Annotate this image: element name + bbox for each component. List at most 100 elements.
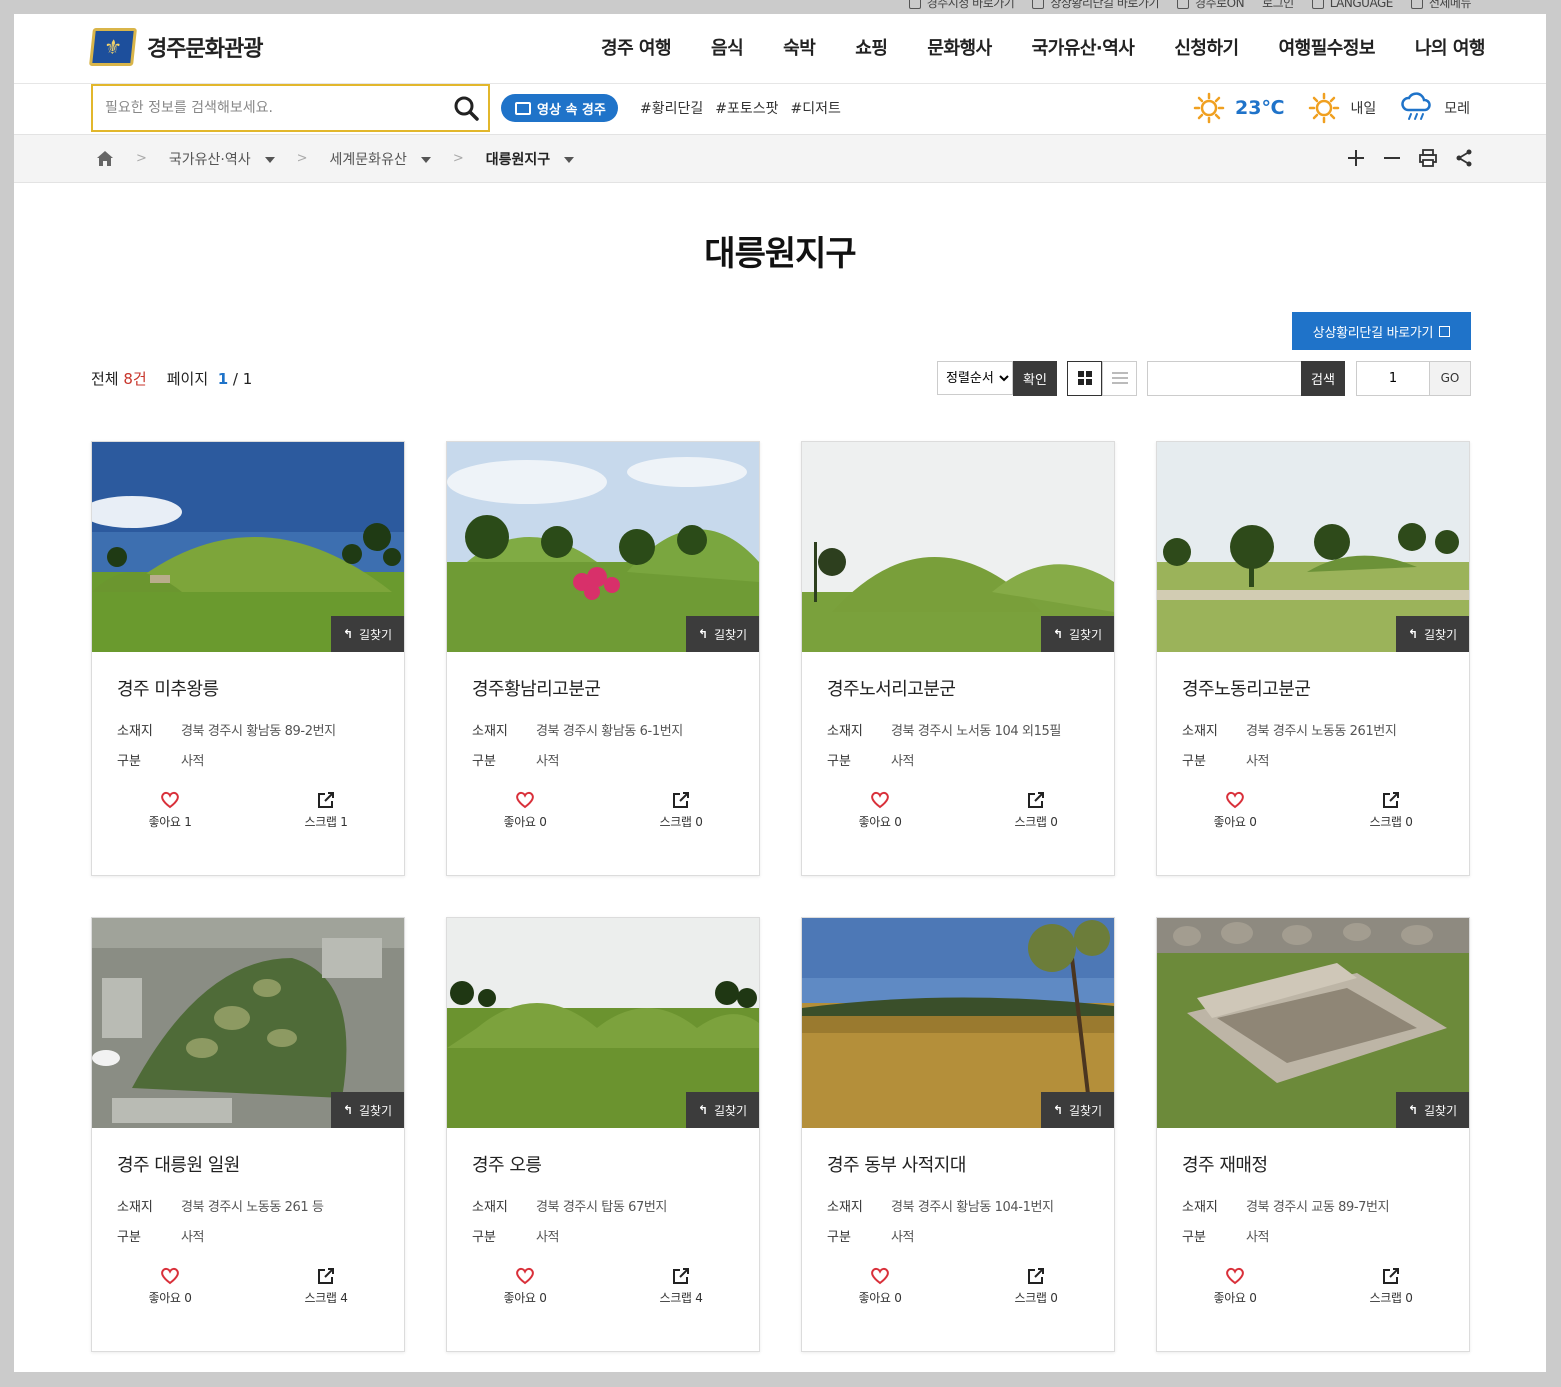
like-button[interactable]: 좋아요 0 <box>1157 791 1313 830</box>
globe-icon <box>1311 0 1324 9</box>
page-number-input[interactable] <box>1356 360 1430 396</box>
zoom-out-button[interactable] <box>1382 147 1402 169</box>
hashtag-link[interactable]: #디저트 <box>791 98 841 118</box>
tomorrow-label: 내일 <box>1350 101 1377 117</box>
like-button[interactable]: 좋아요 0 <box>1157 1267 1313 1306</box>
hashtag-link[interactable]: #포토스팟 <box>715 98 778 118</box>
sort-select[interactable]: 정렬순서 <box>937 361 1013 395</box>
card-title[interactable]: 경주 대릉원 일원 <box>117 1151 240 1177</box>
card-actions: 좋아요 0 스크랩 0 <box>1157 1267 1469 1306</box>
nav-item[interactable]: 숙박 <box>783 34 816 60</box>
scrap-button[interactable]: 스크랩 4 <box>248 1267 404 1306</box>
utility-link[interactable]: 상상황리단길 바로가기 <box>1032 0 1160 11</box>
breadcrumb-level-3[interactable]: 대릉원지구 <box>486 149 575 169</box>
like-button[interactable]: 좋아요 1 <box>92 791 248 830</box>
grid-view-button[interactable] <box>1067 360 1102 396</box>
utility-link[interactable]: 경주시청 바로가기 <box>908 0 1015 11</box>
like-count: 좋아요 0 <box>148 1291 192 1305</box>
share-button[interactable] <box>1454 147 1474 169</box>
like-button[interactable]: 좋아요 0 <box>802 1267 958 1306</box>
directions-button[interactable]: ↰ 길찾기 <box>1396 1092 1469 1128</box>
like-button[interactable]: 좋아요 0 <box>92 1267 248 1306</box>
site-logo[interactable]: ⚜ 경주문화관광 <box>89 28 263 66</box>
card-thumbnail[interactable]: ↰ 길찾기 <box>447 442 759 652</box>
keyword-search-button[interactable]: 검색 <box>1301 360 1345 396</box>
total-label: 전체 <box>91 370 119 388</box>
nav-item[interactable]: 국가유산·역사 <box>1032 34 1135 60</box>
heritage-card[interactable]: ↰ 길찾기 경주 동부 사적지대 소재지 경북 경주시 황남동 104-1번지 구분 사적 좋… <box>801 917 1115 1352</box>
utility-link-label: 로그인 <box>1262 0 1294 10</box>
search-input[interactable] <box>93 86 444 130</box>
directions-button[interactable]: ↰ 길찾기 <box>331 616 404 652</box>
card-thumbnail[interactable]: ↰ 길찾기 <box>92 442 404 652</box>
utility-link[interactable]: 로그인 <box>1262 0 1294 11</box>
heritage-card[interactable]: ↰ 길찾기 경주노서리고분군 소재지 경북 경주시 노서동 104 외15필 구분 사적 좋아… <box>801 441 1115 876</box>
zoom-in-button[interactable] <box>1346 147 1366 169</box>
utility-link[interactable]: 경주로ON <box>1177 0 1245 11</box>
card-title[interactable]: 경주노서리고분군 <box>827 675 956 701</box>
card-title[interactable]: 경주황남리고분군 <box>472 675 601 701</box>
heritage-card[interactable]: ↰ 길찾기 경주노동리고분군 소재지 경북 경주시 노동동 261번지 구분 사적 좋아요 0… <box>1156 441 1470 876</box>
location-row: 소재지 경북 경주시 노동동 261번지 <box>1182 717 1397 747</box>
heritage-card[interactable]: ↰ 길찾기 경주 미추왕릉 소재지 경북 경주시 황남동 89-2번지 구분 사적 좋아요 1… <box>91 441 405 876</box>
heritage-card[interactable]: ↰ 길찾기 경주황남리고분군 소재지 경북 경주시 황남동 6-1번지 구분 사적 좋아요 0… <box>446 441 760 876</box>
category-label: 구분 <box>472 754 496 769</box>
sort-confirm-button[interactable]: 확인 <box>1013 360 1057 396</box>
category-row: 구분 사적 <box>827 747 1061 777</box>
card-title[interactable]: 경주 재매정 <box>1182 1151 1268 1177</box>
directions-button[interactable]: ↰ 길찾기 <box>331 1092 404 1128</box>
directions-button[interactable]: ↰ 길찾기 <box>686 1092 759 1128</box>
utility-link[interactable]: LANGUAGE <box>1311 0 1393 11</box>
card-thumbnail[interactable]: ↰ 길찾기 <box>802 918 1114 1128</box>
scrap-button[interactable]: 스크랩 0 <box>603 791 759 830</box>
heritage-card[interactable]: ↰ 길찾기 경주 오릉 소재지 경북 경주시 탑동 67번지 구분 사적 좋아요 0 스크랩 4 <box>446 917 760 1352</box>
weather-today: 23℃ <box>1193 92 1284 124</box>
directions-button[interactable]: ↰ 길찾기 <box>1041 616 1114 652</box>
directions-button[interactable]: ↰ 길찾기 <box>1396 616 1469 652</box>
nav-item[interactable]: 여행필수정보 <box>1279 34 1376 60</box>
external-link-button[interactable]: 상상황리단길 바로가기 <box>1292 312 1471 350</box>
utility-link[interactable]: 전체메뉴 <box>1410 0 1472 11</box>
card-title[interactable]: 경주 오릉 <box>472 1151 542 1177</box>
print-button[interactable] <box>1418 147 1438 169</box>
like-button[interactable]: 좋아요 0 <box>447 1267 603 1306</box>
hashtag-link[interactable]: #황리단길 <box>640 98 703 118</box>
nav-item[interactable]: 쇼핑 <box>855 34 888 60</box>
card-thumbnail[interactable]: ↰ 길찾기 <box>447 918 759 1128</box>
category-value: 사적 <box>891 1230 915 1245</box>
turn-arrow-icon: ↰ <box>342 1103 353 1117</box>
scrap-button[interactable]: 스크랩 0 <box>1313 791 1469 830</box>
nav-item[interactable]: 나의 여행 <box>1415 34 1486 60</box>
go-button[interactable]: GO <box>1430 360 1471 396</box>
nav-item[interactable]: 음식 <box>711 34 744 60</box>
breadcrumb-level-1[interactable]: 국가유산·역사 <box>169 149 275 169</box>
card-thumbnail[interactable]: ↰ 길찾기 <box>92 918 404 1128</box>
like-button[interactable]: 좋아요 0 <box>802 791 958 830</box>
breadcrumb-level-2[interactable]: 세계문화유산 <box>330 149 431 169</box>
card-thumbnail[interactable]: ↰ 길찾기 <box>1157 442 1469 652</box>
scrap-button[interactable]: 스크랩 1 <box>248 791 404 830</box>
directions-button[interactable]: ↰ 길찾기 <box>1041 1092 1114 1128</box>
heritage-card[interactable]: ↰ 길찾기 경주 재매정 소재지 경북 경주시 교동 89-7번지 구분 사적 좋아요 0 스크… <box>1156 917 1470 1352</box>
scrap-button[interactable]: 스크랩 0 <box>1313 1267 1469 1306</box>
scrap-button[interactable]: 스크랩 0 <box>958 791 1114 830</box>
home-icon[interactable] <box>96 150 114 167</box>
external-share-icon <box>1383 1268 1399 1284</box>
list-view-button[interactable] <box>1102 360 1137 396</box>
video-tag-button[interactable]: 영상 속 경주 <box>501 94 618 122</box>
scrap-button[interactable]: 스크랩 0 <box>958 1267 1114 1306</box>
search-button[interactable] <box>444 86 488 130</box>
like-button[interactable]: 좋아요 0 <box>447 791 603 830</box>
card-title[interactable]: 경주 동부 사적지대 <box>827 1151 966 1177</box>
keyword-input[interactable] <box>1147 360 1301 396</box>
heritage-card[interactable]: ↰ 길찾기 경주 대릉원 일원 소재지 경북 경주시 노동동 261 등 구분 사적 좋아요 … <box>91 917 405 1352</box>
nav-item[interactable]: 신청하기 <box>1174 34 1239 60</box>
nav-item[interactable]: 경주 여행 <box>601 34 672 60</box>
directions-button[interactable]: ↰ 길찾기 <box>686 616 759 652</box>
card-title[interactable]: 경주노동리고분군 <box>1182 675 1311 701</box>
card-thumbnail[interactable]: ↰ 길찾기 <box>802 442 1114 652</box>
card-title[interactable]: 경주 미추왕릉 <box>117 675 219 701</box>
card-thumbnail[interactable]: ↰ 길찾기 <box>1157 918 1469 1128</box>
scrap-button[interactable]: 스크랩 4 <box>603 1267 759 1306</box>
nav-item[interactable]: 문화행사 <box>927 34 992 60</box>
